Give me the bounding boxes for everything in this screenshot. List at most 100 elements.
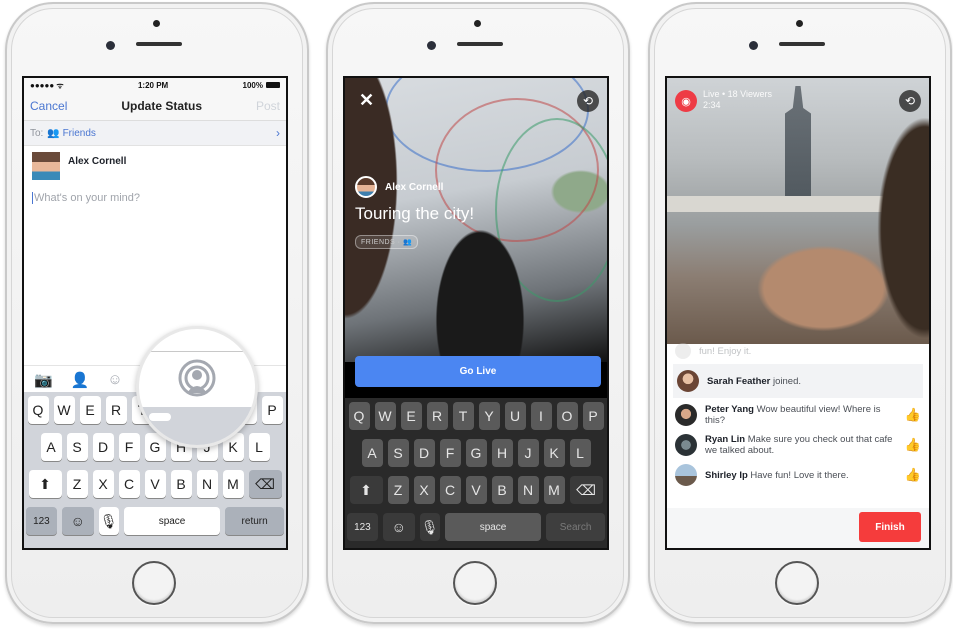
key-r[interactable]: R — [426, 402, 448, 430]
return-key[interactable]: return — [225, 507, 284, 535]
cancel-button[interactable]: Cancel — [30, 99, 67, 113]
live-video — [667, 78, 929, 344]
numbers-key[interactable]: 123 — [347, 513, 378, 541]
emoji-key[interactable]: ☺ — [61, 507, 94, 535]
emoji-icon[interactable]: ☺ — [107, 371, 122, 388]
key-v[interactable]: V — [465, 476, 487, 504]
key-z[interactable]: Z — [387, 476, 409, 504]
key-j[interactable]: J — [517, 439, 539, 467]
key-f[interactable]: F — [118, 433, 140, 461]
search-key[interactable]: Search — [546, 513, 605, 541]
finish-button[interactable]: Finish — [859, 512, 921, 542]
status-input[interactable]: What's on your mind? — [24, 186, 286, 210]
home-button[interactable] — [132, 561, 176, 605]
close-icon[interactable]: ✕ — [359, 90, 374, 111]
keyboard-row-3: ⬆ Z X C V B N M ⌫ — [26, 470, 284, 498]
live-title[interactable]: Touring the city! — [355, 204, 474, 224]
key-q[interactable]: Q — [27, 396, 49, 424]
key-b[interactable]: B — [170, 470, 192, 498]
author-row: Alex Cornell — [355, 176, 443, 198]
key-a[interactable]: A — [361, 439, 383, 467]
key-r[interactable]: R — [105, 396, 127, 424]
shift-key[interactable]: ⬆ — [349, 476, 383, 504]
key-y[interactable]: Y — [478, 402, 500, 430]
flip-camera-icon[interactable]: ⟲ — [577, 90, 599, 112]
key-d[interactable]: D — [413, 439, 435, 467]
like-icon[interactable]: 👍 — [905, 467, 921, 483]
emoji-key[interactable]: ☺ — [382, 513, 415, 541]
key-m[interactable]: M — [543, 476, 565, 504]
key-i[interactable]: I — [530, 402, 552, 430]
key-s[interactable]: S — [387, 439, 409, 467]
phone-live-broadcast: ◉ Live • 18 Viewers 2:34 ⟲ fun! Enjoy it… — [648, 2, 952, 624]
screen: ●●●●● ᯤ 1:20 PM 100% Cancel Update Statu… — [22, 76, 288, 550]
home-button[interactable] — [775, 561, 819, 605]
avatar — [675, 464, 697, 486]
commenter-name[interactable]: Shirley Ip — [705, 470, 748, 481]
commenter-name[interactable]: Sarah Feather — [707, 376, 770, 387]
key-x[interactable]: X — [92, 470, 114, 498]
key-u[interactable]: U — [504, 402, 526, 430]
dictation-key[interactable]: 🎙 — [98, 507, 119, 535]
camera-icon[interactable]: 📷 — [34, 371, 53, 389]
keyboard-row-1: Q W E R T Y U I O P — [347, 402, 605, 430]
numbers-key[interactable]: 123 — [26, 507, 57, 535]
key-p[interactable]: P — [261, 396, 283, 424]
key-w[interactable]: W — [374, 402, 396, 430]
key-b[interactable]: B — [491, 476, 513, 504]
key-p[interactable]: P — [582, 402, 604, 430]
avatar — [675, 434, 697, 456]
key-g[interactable]: G — [465, 439, 487, 467]
home-button[interactable] — [453, 561, 497, 605]
delete-key[interactable]: ⌫ — [569, 476, 603, 504]
key-l[interactable]: L — [569, 439, 591, 467]
key-k[interactable]: K — [543, 439, 565, 467]
key-s[interactable]: S — [66, 433, 88, 461]
key-c[interactable]: C — [118, 470, 140, 498]
space-key[interactable]: space — [123, 507, 221, 535]
live-duration: 2:34 — [703, 100, 721, 110]
key-c[interactable]: C — [439, 476, 461, 504]
status-placeholder: What's on your mind? — [34, 192, 141, 204]
tag-friends-icon[interactable]: 👤 — [71, 371, 90, 389]
flip-camera-icon[interactable]: ⟲ — [899, 90, 921, 112]
key-t[interactable]: T — [452, 402, 474, 430]
key-f[interactable]: F — [439, 439, 461, 467]
avatar — [675, 343, 691, 359]
key-w[interactable]: W — [53, 396, 75, 424]
front-camera — [749, 41, 758, 50]
dictation-key[interactable]: 🎙 — [419, 513, 440, 541]
person-arm — [425, 208, 535, 368]
go-live-button[interactable]: Go Live — [355, 356, 601, 387]
commenter-name[interactable]: Ryan Lin — [705, 434, 745, 445]
key-e[interactable]: E — [400, 402, 422, 430]
commenter-name[interactable]: Peter Yang — [705, 404, 754, 415]
key-z[interactable]: Z — [66, 470, 88, 498]
key-m[interactable]: M — [222, 470, 244, 498]
like-icon[interactable]: 👍 — [905, 407, 921, 423]
live-video-icon[interactable] — [177, 359, 217, 399]
key-o[interactable]: O — [556, 402, 578, 430]
key-a[interactable]: A — [40, 433, 62, 461]
key-n[interactable]: N — [517, 476, 539, 504]
key-d[interactable]: D — [92, 433, 114, 461]
key-fragment — [149, 413, 171, 421]
key-x[interactable]: X — [413, 476, 435, 504]
shift-key[interactable]: ⬆ — [28, 470, 62, 498]
key-v[interactable]: V — [144, 470, 166, 498]
audience-selector[interactable]: To: 👥 Friends › — [24, 121, 286, 146]
key-q[interactable]: Q — [348, 402, 370, 430]
delete-key[interactable]: ⌫ — [248, 470, 282, 498]
comment-feed[interactable]: fun! Enjoy it. Sarah Feather joined. Pet… — [667, 343, 929, 512]
phone-go-live: ✕ ⟲ Alex Cornell Touring the city! FRIEN… — [326, 2, 630, 624]
post-button[interactable]: Post — [256, 99, 280, 113]
proximity-sensor — [796, 20, 803, 27]
like-icon[interactable]: 👍 — [905, 437, 921, 453]
key-n[interactable]: N — [196, 470, 218, 498]
space-key[interactable]: space — [444, 513, 542, 541]
key-h[interactable]: H — [491, 439, 513, 467]
key-e[interactable]: E — [79, 396, 101, 424]
audience-badge[interactable]: FRIENDS · 👥 — [355, 235, 419, 249]
author-row: Alex Cornell — [24, 146, 286, 186]
earpiece-speaker — [457, 42, 503, 46]
